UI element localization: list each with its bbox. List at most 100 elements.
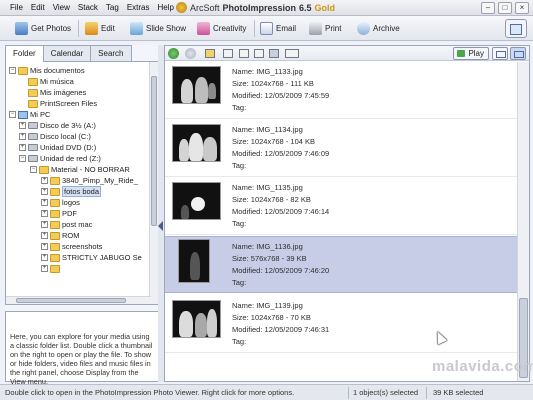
get-photos-label: Get Photos bbox=[31, 24, 72, 33]
back-icon[interactable] bbox=[168, 48, 179, 59]
file-item[interactable]: Name: IMG_1135.jpg Size: 1024x768 - 82 K… bbox=[165, 178, 517, 235]
new-file-icon[interactable] bbox=[223, 49, 233, 58]
photo-thumbnail[interactable] bbox=[178, 239, 210, 283]
slide-show-button[interactable]: Slide Show bbox=[130, 21, 186, 36]
tab-search[interactable]: Search bbox=[90, 45, 132, 61]
expand-icon[interactable]: + bbox=[19, 122, 26, 129]
tree-item[interactable]: + Unidad DVD (D:) bbox=[19, 142, 96, 153]
expand-icon[interactable]: + bbox=[19, 133, 26, 140]
tree-item[interactable]: − Mis documentos bbox=[9, 65, 85, 76]
tree-item[interactable]: + screenshots bbox=[41, 241, 102, 252]
tree-item[interactable]: Mis imágenes bbox=[19, 87, 86, 98]
photo-thumbnail[interactable] bbox=[172, 182, 221, 220]
tree-item[interactable]: + logos bbox=[41, 197, 80, 208]
tree-item[interactable]: + STRICTLY JABUGO Se bbox=[41, 252, 142, 263]
tree-item-selected[interactable]: + fotos boda bbox=[41, 186, 102, 197]
tree-item-label: Material - NO BORRAR bbox=[51, 165, 130, 174]
left-panel: Folder Calendar Search − Mis documentos M… bbox=[5, 45, 159, 386]
expand-icon[interactable]: + bbox=[41, 265, 48, 272]
tree-item-label: Disco local (C:) bbox=[40, 132, 91, 141]
photo-thumbnail[interactable] bbox=[172, 124, 221, 162]
tree-item[interactable]: + bbox=[41, 263, 60, 274]
email-button[interactable]: Email bbox=[260, 21, 296, 36]
menu-view[interactable]: View bbox=[53, 3, 70, 12]
print-button[interactable]: Print bbox=[309, 21, 341, 36]
minimize-button[interactable]: – bbox=[481, 2, 495, 14]
file-item[interactable]: Name: IMG_1134.jpg Size: 1024x768 - 104 … bbox=[165, 120, 517, 177]
expand-icon[interactable]: + bbox=[19, 144, 26, 151]
title-bar: File Edit View Stack Tag Extras Help Arc… bbox=[0, 0, 533, 16]
folder-icon bbox=[50, 231, 60, 240]
expand-icon[interactable]: + bbox=[41, 254, 48, 261]
up-folder-icon[interactable] bbox=[205, 49, 215, 58]
tree-vertical-scrollbar[interactable] bbox=[149, 62, 158, 304]
collapse-icon[interactable]: − bbox=[30, 166, 37, 173]
panel-view-toggle-button[interactable] bbox=[505, 19, 527, 38]
name-label: Name: bbox=[232, 125, 255, 134]
get-photos-button[interactable]: Get Photos bbox=[15, 21, 71, 36]
tree-item[interactable]: + post mac bbox=[41, 219, 92, 230]
menu-tag[interactable]: Tag bbox=[106, 3, 119, 12]
play-button[interactable]: Play bbox=[453, 47, 489, 60]
photo-thumbnail[interactable] bbox=[172, 66, 221, 104]
thumbnail-view-button[interactable] bbox=[492, 47, 508, 60]
expand-icon[interactable]: + bbox=[41, 243, 48, 250]
name-label: Name: bbox=[232, 242, 255, 251]
file-item[interactable]: Name: IMG_1139.jpg Size: 1024x768 - 70 K… bbox=[165, 296, 517, 353]
app-title-name: PhotoImpression bbox=[222, 2, 297, 13]
tree-horizontal-scrollbar[interactable] bbox=[6, 296, 151, 304]
display-options-dropdown-icon[interactable] bbox=[285, 49, 299, 58]
tab-folder[interactable]: Folder bbox=[5, 45, 44, 62]
scrollbar-thumb[interactable] bbox=[16, 298, 126, 303]
tree-item[interactable]: + Disco local (C:) bbox=[19, 131, 91, 142]
open-folder-icon bbox=[50, 187, 60, 196]
folder-tree: − Mis documentos Mi música Mis imágenes P… bbox=[5, 61, 159, 305]
menu-edit[interactable]: Edit bbox=[31, 3, 45, 12]
menu-help[interactable]: Help bbox=[157, 3, 173, 12]
close-button[interactable]: × bbox=[515, 2, 529, 14]
expand-icon[interactable]: + bbox=[41, 188, 48, 195]
collapse-icon[interactable]: − bbox=[19, 155, 26, 162]
expand-icon[interactable]: + bbox=[41, 177, 48, 184]
tree-item-label: 3840_Pimp_My_Ride_ bbox=[62, 176, 138, 185]
edit-button[interactable]: Edit bbox=[85, 21, 115, 36]
rotate-left-icon[interactable] bbox=[239, 49, 249, 58]
detail-view-button[interactable] bbox=[510, 47, 526, 60]
archive-button[interactable]: Archive bbox=[357, 21, 400, 36]
file-size: 1024x768 - 70 KB bbox=[250, 313, 311, 322]
tree-item[interactable]: Mi música bbox=[19, 76, 74, 87]
expand-icon[interactable]: + bbox=[41, 232, 48, 239]
collapse-icon[interactable]: − bbox=[9, 67, 16, 74]
file-item[interactable]: Name: IMG_1133.jpg Size: 1024x768 - 111 … bbox=[165, 62, 517, 119]
tree-item[interactable]: − Material - NO BORRAR bbox=[30, 164, 130, 175]
expand-icon[interactable]: + bbox=[41, 199, 48, 206]
tab-calendar[interactable]: Calendar bbox=[42, 45, 92, 61]
tree-item[interactable]: + PDF bbox=[41, 208, 77, 219]
tree-item[interactable]: − Mi PC bbox=[9, 109, 50, 120]
tree-item[interactable]: PrintScreen Files bbox=[19, 98, 97, 109]
file-item-selected[interactable]: Name: IMG_1136.jpg Size: 576x768 - 39 KB… bbox=[165, 236, 517, 293]
file-list-scrollbar[interactable] bbox=[517, 62, 529, 381]
file-name: IMG_1133.jpg bbox=[256, 67, 303, 76]
collapse-left-arrow-icon[interactable] bbox=[158, 221, 163, 231]
expand-icon[interactable]: + bbox=[41, 210, 48, 217]
menu-stack[interactable]: Stack bbox=[78, 3, 98, 12]
tree-item[interactable]: + Disco de 3½ (A:) bbox=[19, 120, 96, 131]
menu-file[interactable]: File bbox=[10, 3, 23, 12]
photo-thumbnail[interactable] bbox=[172, 300, 221, 338]
floppy-drive-icon bbox=[28, 122, 38, 129]
collapse-icon[interactable]: − bbox=[9, 111, 16, 118]
forward-icon[interactable] bbox=[185, 48, 196, 59]
tree-item[interactable]: +3840_Pimp_My_Ride_ bbox=[41, 175, 138, 186]
creativity-button[interactable]: Creativity bbox=[197, 21, 246, 36]
rotate-right-icon[interactable] bbox=[254, 49, 264, 58]
print-label: Print bbox=[325, 24, 342, 33]
scrollbar-thumb[interactable] bbox=[151, 76, 157, 226]
menu-extras[interactable]: Extras bbox=[127, 3, 150, 12]
maximize-button[interactable]: □ bbox=[498, 2, 512, 14]
expand-icon[interactable]: + bbox=[41, 221, 48, 228]
delete-trash-icon[interactable] bbox=[269, 49, 279, 58]
tree-item[interactable]: + ROM bbox=[41, 230, 80, 241]
arcsoft-logo-icon bbox=[176, 2, 187, 13]
tree-item[interactable]: − Unidad de red (Z:) bbox=[19, 153, 101, 164]
